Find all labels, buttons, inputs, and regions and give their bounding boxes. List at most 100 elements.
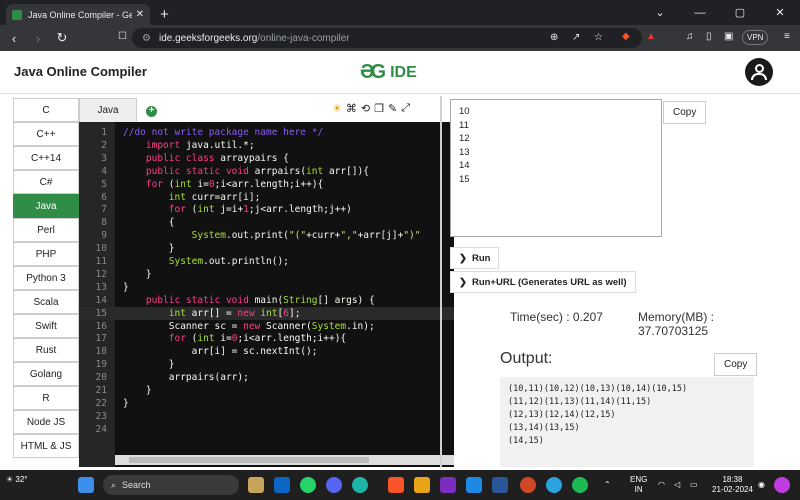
code-line[interactable]: 18 arr[i] = sc.nextInt(); <box>79 345 454 358</box>
maximize-icon[interactable]: ▢ <box>720 6 760 19</box>
copilot-icon[interactable] <box>774 477 790 493</box>
theme-sun-icon[interactable]: ☀ <box>332 102 342 115</box>
code-line[interactable]: 7 for (int j=i+1;j<arr.length;j++) <box>79 203 454 216</box>
code-line[interactable]: 9 System.out.print("("+curr+","+arr[j]+"… <box>79 229 454 242</box>
code-line[interactable]: 5 for (int i=0;i<arr.length;i++){ <box>79 178 454 191</box>
language-item[interactable]: C++14 <box>13 146 79 170</box>
panel-divider[interactable] <box>440 96 442 468</box>
edge-icon[interactable] <box>352 477 368 493</box>
code-line[interactable]: 22} <box>79 397 454 410</box>
language-item[interactable]: PHP <box>13 242 79 266</box>
language-indicator[interactable]: ENG IN <box>630 475 647 495</box>
zoom-icon[interactable]: ⊕ <box>550 32 558 43</box>
code-line[interactable]: 6 int curr=arr[i]; <box>79 191 454 204</box>
avatar[interactable] <box>745 58 773 86</box>
discord-icon[interactable] <box>326 477 342 493</box>
notification-icon[interactable]: ◉ <box>758 480 765 490</box>
site-info-icon[interactable]: ⚙ <box>142 33 151 44</box>
tab-java[interactable]: Java <box>79 98 137 122</box>
wallet-icon[interactable]: ▣ <box>724 31 733 42</box>
reload-icon[interactable]: ↻ <box>52 30 72 46</box>
code-line[interactable]: 4 public static void arrpairs(int arr[])… <box>79 165 454 178</box>
battery-icon[interactable]: ▭ <box>690 480 698 490</box>
language-item[interactable]: C# <box>13 170 79 194</box>
code-line[interactable]: 1 //do not write package name here */ <box>79 126 454 139</box>
language-item[interactable]: C++ <box>13 122 79 146</box>
add-tab-icon[interactable]: + <box>146 106 157 117</box>
word-icon[interactable] <box>492 477 508 493</box>
language-item[interactable]: Golang <box>13 362 79 386</box>
back-icon[interactable]: ‹ <box>4 31 24 46</box>
language-item[interactable]: Swift <box>13 314 79 338</box>
powerpoint-icon[interactable] <box>520 477 536 493</box>
weather-widget[interactable]: ☀ 32° <box>6 475 28 484</box>
reset-icon[interactable]: ⟲ <box>361 102 370 115</box>
language-item[interactable]: Rust <box>13 338 79 362</box>
browser-tab[interactable]: Java Online Compiler - Geeksfor ✕ <box>6 4 150 25</box>
copy-code-icon[interactable]: ❐ <box>374 102 384 115</box>
gfg-logo[interactable]: ƏG IDE <box>360 61 417 84</box>
sidebar-icon[interactable]: ▯ <box>706 31 712 42</box>
brave-shield-icon[interactable]: ◆ <box>622 31 630 42</box>
stdin-input[interactable]: 10 11 12 13 14 15 <box>450 99 662 237</box>
tab-search-icon[interactable]: ⌄ <box>640 6 680 19</box>
bookmark-icon[interactable]: ☐ <box>118 31 127 42</box>
code-line[interactable]: 19 } <box>79 358 454 371</box>
telegram-icon[interactable] <box>546 477 562 493</box>
code-line[interactable]: 20 arrpairs(arr); <box>79 371 454 384</box>
close-window-icon[interactable]: ✕ <box>760 6 800 19</box>
code-line[interactable]: 15 int arr[] = new int[6]; <box>79 306 454 320</box>
menu-icon[interactable]: ≡ <box>784 31 790 42</box>
scrollbar-thumb[interactable] <box>129 457 369 463</box>
language-item[interactable]: Node JS <box>13 410 79 434</box>
brave-icon[interactable] <box>388 477 404 493</box>
wifi-icon[interactable]: ◠ <box>658 480 665 490</box>
brave-rewards-icon[interactable]: ▲ <box>646 31 656 42</box>
linkedin-icon[interactable] <box>274 477 290 493</box>
language-item[interactable]: Scala <box>13 290 79 314</box>
language-item[interactable]: HTML & JS <box>13 434 79 458</box>
pen-icon[interactable]: ✎ <box>388 102 397 115</box>
whatsapp-icon[interactable] <box>300 477 316 493</box>
media-icon[interactable]: ♫ <box>686 31 694 42</box>
code-line[interactable]: 16 Scanner sc = new Scanner(System.in); <box>79 320 454 333</box>
language-item[interactable]: R <box>13 386 79 410</box>
file-explorer-icon[interactable] <box>248 477 264 493</box>
windows-start-icon[interactable] <box>78 477 94 493</box>
code-line[interactable]: 3 public class arraypairs { <box>79 152 454 165</box>
vpn-button[interactable]: VPN <box>742 30 769 45</box>
code-line[interactable]: 12 } <box>79 268 454 281</box>
code-line[interactable]: 24 <box>79 423 454 436</box>
folder-icon[interactable] <box>414 477 430 493</box>
code-line[interactable]: 14 public static void main(String[] args… <box>79 294 454 307</box>
language-item[interactable]: Java <box>13 194 79 218</box>
editor-horizontal-scrollbar[interactable] <box>115 455 454 465</box>
taskbar-search[interactable]: ⌕ Search <box>103 475 239 495</box>
code-line[interactable]: 8 { <box>79 216 454 229</box>
address-bar[interactable]: ⚙ ide.geeksforgeeks.org /online-java-com… <box>132 28 642 48</box>
language-item[interactable]: Perl <box>13 218 79 242</box>
code-editor[interactable]: 1//do not write package name here */2 im… <box>79 122 454 467</box>
run-button[interactable]: ❯ Run <box>450 247 500 269</box>
language-item[interactable]: Python 3 <box>13 266 79 290</box>
onenote-icon[interactable] <box>440 477 456 493</box>
forward-icon[interactable]: › <box>28 31 48 46</box>
copy-output-button[interactable]: Copy <box>714 353 758 376</box>
code-line[interactable]: 10 } <box>79 242 454 255</box>
volume-icon[interactable]: ◁ <box>674 480 680 490</box>
shortcuts-icon[interactable]: ⌘ <box>346 102 357 115</box>
code-line[interactable]: 23 <box>79 410 454 423</box>
minimize-icon[interactable]: — <box>680 7 720 19</box>
clock[interactable]: 18:38 21-02-2024 <box>712 475 753 495</box>
share-icon[interactable]: ↗ <box>572 32 580 43</box>
fullscreen-icon[interactable]: ⤢ <box>401 102 410 115</box>
close-tab-icon[interactable]: ✕ <box>136 9 144 20</box>
bookmark-star-icon[interactable]: ☆ <box>594 32 603 43</box>
vscode-icon[interactable] <box>466 477 482 493</box>
code-line[interactable]: 17 for (int i=0;i<arr.length;i++){ <box>79 332 454 345</box>
spotify-icon[interactable] <box>572 477 588 493</box>
new-tab-icon[interactable]: + <box>160 6 169 23</box>
language-item[interactable]: C <box>13 98 79 122</box>
code-line[interactable]: 2 import java.util.*; <box>79 139 454 152</box>
tray-chevron-icon[interactable]: ⌃ <box>604 480 611 490</box>
